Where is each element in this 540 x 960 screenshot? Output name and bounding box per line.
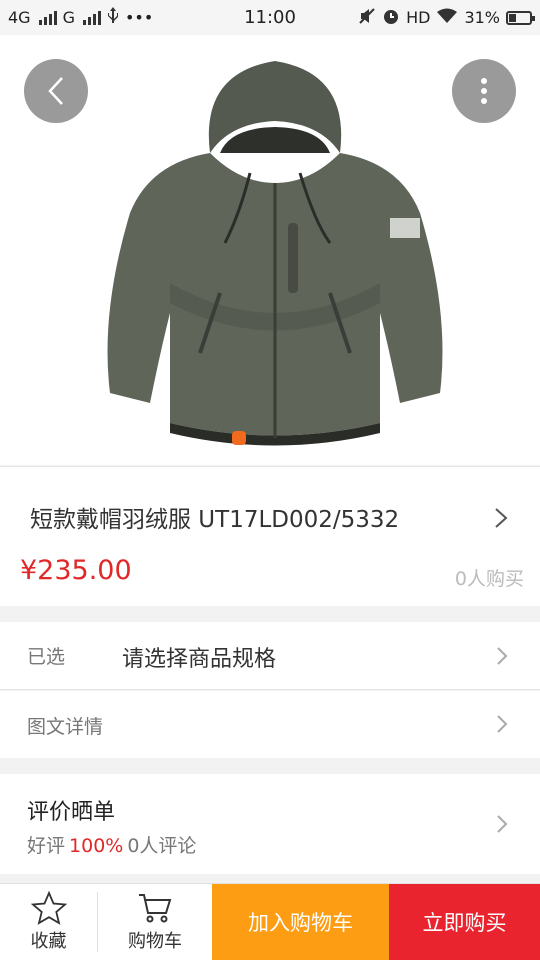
favorite-button[interactable]: 收藏 [0,884,97,960]
more-vertical-icon [481,78,487,104]
bottom-action-bar: 收藏 购物车 加入购物车 立即购买 [0,883,540,960]
chevron-right-icon [497,647,508,665]
back-button[interactable] [24,59,88,123]
mute-icon [358,7,376,29]
battery-percent: 31% [464,8,500,27]
hd-label: HD [406,8,431,27]
product-price: ¥235.00 [20,555,132,586]
review-count: 0人评论 [127,835,197,857]
product-image-carousel[interactable] [0,35,540,465]
signal-icon [82,10,101,25]
status-bar: 4G G ••• 11:00 HD 31% [0,0,540,35]
review-title: 评价晒单 [27,800,116,825]
spec-label: 已选 [27,646,66,668]
network-g-label: G [62,8,75,27]
network-4g-label: 4G [8,8,31,27]
wifi-icon [436,8,458,28]
star-icon [30,891,67,925]
good-review-rate: 100% [69,835,124,857]
battery-icon [506,10,535,25]
review-row[interactable]: 评价晒单 好评 100% 0人评论 [0,774,540,874]
add-to-cart-button[interactable]: 加入购物车 [212,884,389,960]
more-notifications-icon: ••• [124,8,154,27]
product-info-section[interactable]: 短款戴帽羽绒服 UT17LD002/5332 ¥235.00 0人购买 [0,466,540,606]
cart-icon [139,894,172,923]
cart-button[interactable]: 购物车 [98,884,212,960]
product-title: 短款戴帽羽绒服 UT17LD002/5332 [30,507,400,533]
sold-count: 0人购买 [454,568,524,590]
alarm-icon [382,7,400,29]
product-image [107,61,443,446]
signal-icon [38,10,57,25]
chevron-right-icon [497,715,508,733]
favorite-label: 收藏 [30,931,67,952]
good-review-label: 好评 [27,835,66,857]
product-detail-page: 4G G ••• 11:00 HD 31% 短款戴帽羽绒服 UT17LD002/… [0,0,540,960]
buy-now-button[interactable]: 立即购买 [389,884,540,960]
chevron-right-icon [497,815,508,833]
more-button[interactable] [452,59,516,123]
spec-value: 请选择商品规格 [122,647,277,672]
image-text-detail-row[interactable]: 图文详情 [0,691,540,758]
carousel-indicator-active [232,431,246,445]
cart-label: 购物车 [128,931,182,952]
usb-icon [107,6,119,29]
spec-select-row[interactable]: 已选 请选择商品规格 [0,622,540,690]
chevron-left-icon [48,77,63,105]
detail-label: 图文详情 [27,716,104,738]
chevron-right-icon [495,508,508,528]
